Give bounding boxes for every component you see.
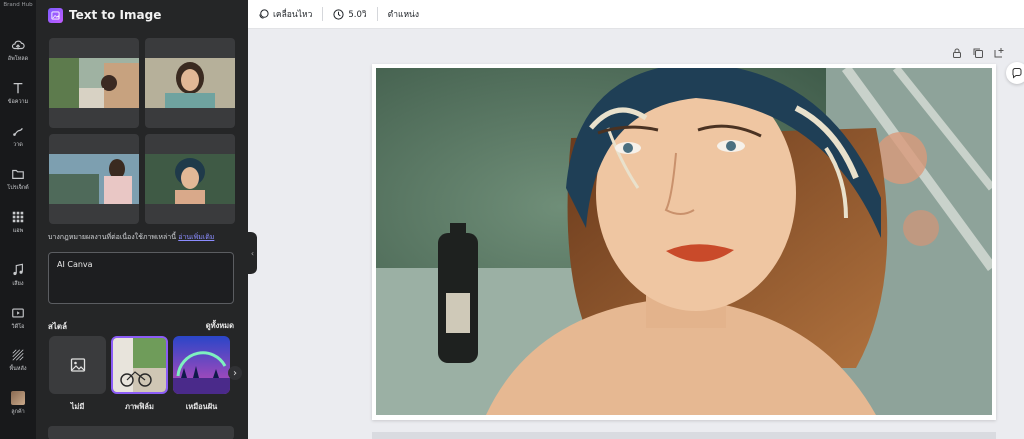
animate-label: เคลื่อนไหว bbox=[273, 10, 313, 20]
result-thumbnail[interactable] bbox=[145, 134, 235, 224]
top-toolbar: เคลื่อนไหว 5.0วิ ตำแหน่ง bbox=[248, 0, 1024, 29]
rail-item-label: วาด bbox=[13, 142, 23, 148]
rail-item-text[interactable]: ข้อความ bbox=[0, 81, 36, 106]
animate-button[interactable]: เคลื่อนไหว bbox=[258, 7, 312, 21]
result-thumbnail[interactable] bbox=[145, 38, 235, 128]
editor-window: Brand Hub อัพโหลด ข้อความ วาด โปรเจ็กต์ … bbox=[0, 0, 1024, 439]
result-thumbnail[interactable] bbox=[49, 38, 139, 128]
rail-item-label: อัพโหลด bbox=[7, 56, 29, 62]
draw-icon bbox=[13, 128, 23, 136]
disclaimer-caption: บางกฎหมายผลงานที่ต่อเนื่องใช้ภาพเหล่านี้… bbox=[48, 232, 214, 243]
collapse-panel-handle[interactable]: ‹ bbox=[248, 232, 257, 274]
next-page-preview[interactable] bbox=[372, 432, 996, 439]
left-rail: Brand Hub อัพโหลด ข้อความ วาด โปรเจ็กต์ … bbox=[0, 0, 36, 439]
result-image bbox=[145, 154, 235, 204]
music-note-icon bbox=[13, 263, 23, 276]
style-section-label: สไตล์ bbox=[48, 322, 68, 331]
rail-item-projects[interactable]: โปรเจ็กต์ bbox=[0, 167, 36, 192]
duration-label: 5.0วิ bbox=[348, 10, 367, 20]
position-button[interactable]: ตำแหน่ง bbox=[388, 7, 419, 21]
style-dreamy-preview bbox=[173, 336, 230, 394]
rail-item-video[interactable]: วิดีโอ bbox=[0, 306, 36, 331]
rail-brand-hub-label[interactable]: Brand Hub bbox=[0, 2, 36, 8]
background-pattern-icon bbox=[12, 349, 24, 361]
duration-button[interactable]: 5.0วิ bbox=[333, 7, 367, 21]
see-all-styles-link[interactable]: ดูทั้งหมด bbox=[206, 320, 234, 332]
apps-grid-icon bbox=[12, 211, 24, 223]
rail-item-label: วิดีโอ bbox=[11, 324, 25, 330]
style-option-none[interactable] bbox=[49, 336, 106, 394]
rail-item-background[interactable]: พื้นหลัง bbox=[0, 348, 36, 373]
result-image bbox=[49, 154, 139, 204]
result-image bbox=[49, 58, 139, 108]
style-name: ไม่มี bbox=[70, 402, 85, 411]
photo-thumbnail-icon bbox=[11, 391, 25, 405]
panel-header: Text to Image bbox=[48, 6, 161, 24]
styles-next-button[interactable]: › bbox=[228, 366, 242, 380]
video-icon bbox=[12, 308, 24, 318]
image-placeholder-icon bbox=[70, 358, 85, 372]
toolbar-divider bbox=[322, 7, 324, 21]
rail-item-apps[interactable]: แอพ bbox=[0, 210, 36, 235]
text-to-image-panel: Text to Image บางกฎหมายผลงานที่ต่อเนื่อง… bbox=[36, 0, 248, 439]
lock-icon[interactable] bbox=[951, 44, 965, 58]
generated-portrait-image[interactable] bbox=[376, 68, 992, 415]
folder-icon bbox=[12, 169, 24, 179]
rail-item-audio[interactable]: เสียง bbox=[0, 263, 36, 288]
style-option-dreamy[interactable] bbox=[173, 336, 230, 394]
prompt-input[interactable]: AI Canva bbox=[48, 252, 234, 304]
rail-item-label: เสียง bbox=[12, 281, 24, 287]
cloud-upload-icon bbox=[11, 40, 25, 50]
rail-item-label: ลูกค้า bbox=[11, 409, 25, 415]
toolbar-divider bbox=[376, 7, 378, 21]
style-option-film[interactable] bbox=[111, 336, 168, 394]
result-image bbox=[145, 58, 235, 108]
disclaimer-text: บางกฎหมายผลงานที่ต่อเนื่องใช้ภาพเหล่านี้ bbox=[48, 233, 177, 241]
comment-icon bbox=[1012, 68, 1022, 79]
learn-more-link[interactable]: อ่านเพิ่มเติม bbox=[178, 233, 214, 241]
position-label: ตำแหน่ง bbox=[387, 10, 420, 20]
comment-button[interactable] bbox=[1006, 62, 1024, 84]
clock-icon bbox=[333, 8, 344, 20]
rail-item-label: ข้อความ bbox=[7, 99, 29, 105]
rail-item-label: พื้นหลัง bbox=[9, 366, 27, 372]
rail-item-label: แอพ bbox=[12, 228, 24, 234]
result-thumbnail[interactable] bbox=[49, 134, 139, 224]
rail-item-upload[interactable]: อัพโหลด bbox=[0, 38, 36, 63]
rail-item-customer[interactable]: ลูกค้า bbox=[0, 391, 36, 416]
rail-item-draw[interactable]: วาด bbox=[0, 124, 36, 149]
style-film-preview bbox=[113, 338, 166, 392]
duplicate-page-icon[interactable] bbox=[972, 44, 986, 58]
animate-icon bbox=[259, 8, 269, 19]
generate-button[interactable] bbox=[48, 426, 234, 439]
text-icon bbox=[13, 82, 23, 94]
panel-title: Text to Image bbox=[69, 8, 162, 22]
style-name: ภาพฟิล์ม bbox=[125, 402, 154, 411]
style-name: เหมือนฝัน bbox=[185, 402, 218, 411]
rail-item-label: โปรเจ็กต์ bbox=[7, 185, 29, 191]
page-tools bbox=[944, 44, 1007, 58]
text-to-image-app-icon bbox=[48, 7, 63, 23]
add-page-icon[interactable] bbox=[993, 44, 1007, 58]
